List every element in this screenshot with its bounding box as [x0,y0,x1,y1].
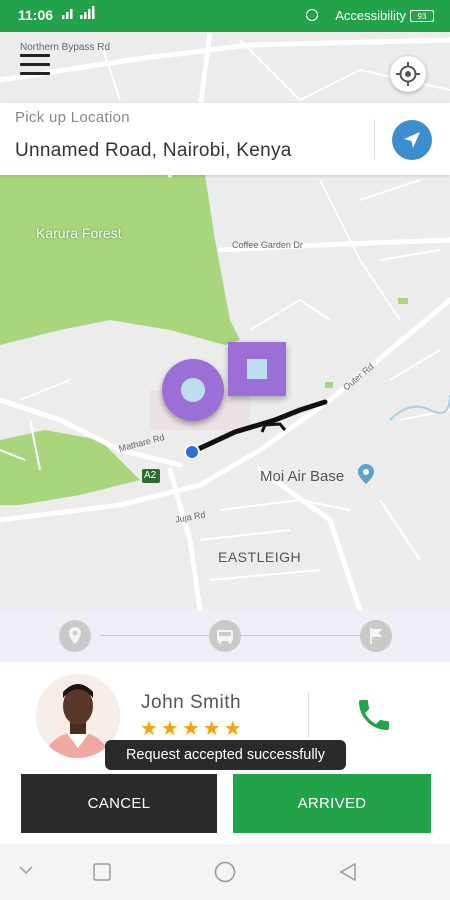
hamburger-menu-icon [20,54,50,57]
location-pin-icon [59,620,91,652]
toast-message: Request accepted successfully [105,740,346,770]
status-bar: 11:06 Accessibility 93 [0,0,450,32]
pickup-divider [374,119,375,159]
card-divider [308,692,309,738]
pickup-location-label: Pick up Location [15,109,130,126]
home-icon[interactable] [214,861,236,883]
arrived-button[interactable]: ARRIVED [233,774,431,833]
menu-button[interactable] [20,50,50,78]
route-destination-marker [228,342,286,396]
accessibility-label: Accessibility [335,8,406,23]
locate-icon [396,62,420,86]
map-label-karura-forest: Karura Forest [36,225,122,241]
navigate-button[interactable] [392,120,432,160]
system-nav-bar [0,844,450,900]
recent-apps-icon[interactable] [93,863,111,881]
call-driver-button[interactable] [354,695,394,735]
signal-icon [60,6,104,23]
back-icon[interactable] [338,862,358,882]
map-label-coffee-garden: Coffee Garden Dr [232,240,303,250]
phone-icon [359,700,389,730]
driver-name: John Smith [141,692,242,713]
status-time: 11:06 [18,7,54,23]
navigation-arrow-icon [404,132,420,148]
locate-button[interactable] [390,56,426,92]
pickup-location-card[interactable]: Pick up Location Unnamed Road, Nairobi, … [0,103,450,175]
map-label-a2: A2 [144,470,157,481]
trip-progress [0,610,450,662]
battery-icon: 93 [410,10,434,22]
accessibility-icon [306,9,318,21]
driver-rating-stars: ★★★★★ [140,718,245,740]
map-label-moi-air-base: Moi Air Base [260,468,345,485]
map-pin-icon [358,464,374,489]
chevron-down-icon[interactable] [18,864,34,876]
pickup-location-value[interactable]: Unnamed Road, Nairobi, Kenya [15,140,292,162]
flag-icon [360,620,392,652]
route-origin-marker [162,359,224,421]
bus-icon [209,620,241,652]
map-label-eastleigh: EASTLEIGH [218,549,302,565]
current-location-dot [184,444,200,460]
cancel-button[interactable]: CANCEL [21,774,217,833]
